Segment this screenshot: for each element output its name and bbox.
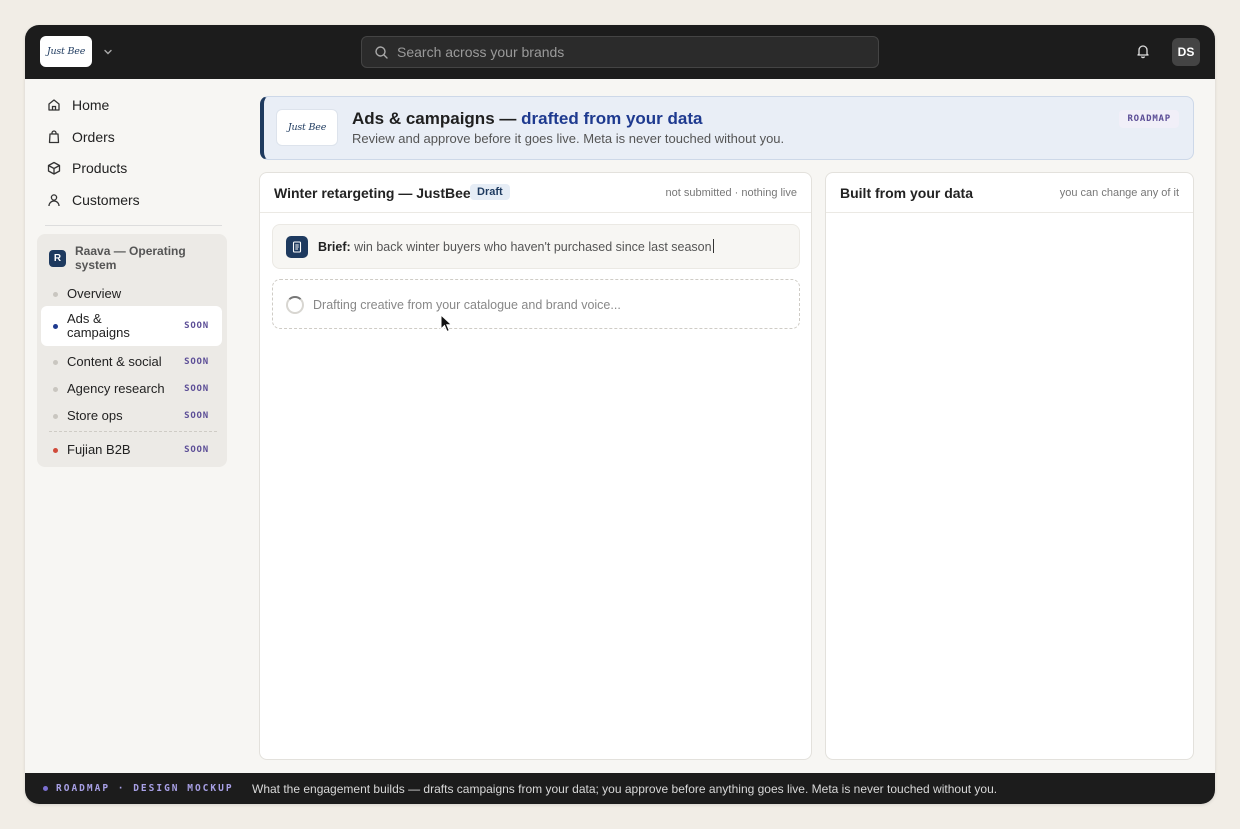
brief-value: win back winter buyers who haven't purch… [350, 240, 712, 254]
sidebar-item-label: Overview [67, 286, 122, 301]
status-dot [53, 414, 58, 419]
search-input[interactable] [397, 37, 867, 67]
nav-divider [45, 225, 222, 226]
roadmap-badge: ROADMAP [1119, 110, 1179, 128]
text-caret [712, 239, 714, 253]
nav-home-label: Home [72, 97, 110, 113]
data-card: Built from your data you can change any … [825, 172, 1194, 760]
top-bar: Just Bee DS [25, 25, 1215, 79]
soon-badge: SOON [184, 411, 209, 421]
brand-logo-text: Just Bee [46, 46, 86, 57]
nav-orders-label: Orders [72, 129, 115, 145]
sidebar-item-ads-campaigns[interactable]: Ads & campaigns SOON [41, 306, 222, 346]
nav-customers-label: Customers [72, 192, 140, 208]
loading-spinner-icon [286, 296, 304, 314]
footer-text: What the engagement builds — drafts camp… [252, 782, 998, 796]
home-icon [48, 99, 60, 111]
user-icon [48, 194, 60, 207]
mouse-cursor-icon [440, 314, 453, 333]
brand-logo[interactable]: Just Bee [40, 36, 92, 67]
status-dot [53, 387, 58, 392]
brief-label: Brief: [318, 240, 351, 254]
footer-tag: ROADMAP · DESIGN MOCKUP [56, 783, 234, 794]
sidebar-item-agency-research[interactable]: Agency research SOON [41, 377, 222, 402]
campaign-status-text: not submitted · nothing live [665, 187, 797, 199]
hero-logo-text: Just Bee [287, 122, 327, 133]
chevron-down-icon[interactable] [101, 45, 115, 59]
raava-title: Raava — Operating system [75, 244, 186, 272]
sidebar-item-label: Fujian B2B [67, 442, 131, 457]
card-header: Winter retargeting — JustBee Draft not s… [260, 173, 811, 213]
sidebar-item-label: Agency research [67, 381, 165, 396]
footer-dot [43, 786, 48, 791]
bag-icon [48, 130, 60, 144]
soon-badge: SOON [184, 384, 209, 394]
avatar[interactable]: DS [1172, 38, 1200, 66]
soon-badge: SOON [184, 445, 209, 455]
app-window: Just Bee DS Home Orders Products Custome… [25, 25, 1215, 804]
sidebar-item-label: Store ops [67, 408, 123, 423]
card-header: Built from your data you can change any … [826, 173, 1193, 213]
bell-icon[interactable] [1135, 43, 1151, 59]
nav-customers[interactable]: Customers [37, 187, 227, 213]
page-banner: Just Bee Ads & campaigns — drafted from … [260, 96, 1194, 160]
sidebar-item-store-ops[interactable]: Store ops SOON [41, 404, 222, 429]
status-dot [53, 448, 58, 453]
page-subtitle: Review and approve before it goes live. … [352, 131, 785, 146]
raava-badge: R [49, 250, 66, 267]
status-badge: Draft [470, 184, 510, 200]
footer-bar: ROADMAP · DESIGN MOCKUP What the engagem… [25, 773, 1215, 804]
status-dot [53, 360, 58, 365]
status-dot [53, 324, 58, 329]
soon-badge: SOON [184, 321, 209, 331]
nav-products-label: Products [72, 160, 128, 176]
nav-home[interactable]: Home [37, 92, 227, 118]
data-card-title: Built from your data [840, 185, 974, 201]
sidebar-item-fujian-b2b[interactable]: Fujian B2B SOON [41, 438, 222, 463]
drafting-status-text: Drafting creative from your catalogue an… [313, 298, 621, 312]
brief-input[interactable]: Brief: win back winter buyers who haven'… [272, 224, 800, 269]
brief-text: Brief: win back winter buyers who haven'… [318, 239, 714, 254]
sidebar-item-content-social[interactable]: Content & social SOON [41, 350, 222, 375]
campaign-card: Winter retargeting — JustBee Draft not s… [259, 172, 812, 760]
data-card-hint: you can change any of it [1059, 187, 1179, 199]
nav-orders[interactable]: Orders [37, 124, 227, 150]
box-icon [47, 161, 61, 175]
drafting-placeholder: Drafting creative from your catalogue an… [272, 279, 800, 329]
sidebar-divider [49, 431, 217, 432]
sidebar-item-label: Content & social [67, 354, 162, 369]
campaign-title: Winter retargeting — JustBee [274, 185, 471, 201]
page-title: Ads & campaigns — drafted from your data [352, 109, 702, 129]
brand-logo: Just Bee [276, 109, 338, 146]
raava-panel: R Raava — Operating system Overview Ads … [37, 234, 227, 467]
sidebar-item-overview[interactable]: Overview [41, 282, 222, 307]
page-title-main: Ads & campaigns — [352, 109, 522, 128]
soon-badge: SOON [184, 357, 209, 367]
page-title-accent: drafted from your data [521, 109, 703, 128]
status-dot [53, 292, 58, 297]
sidebar-item-label: Ads & campaigns [67, 311, 130, 340]
document-icon [286, 236, 308, 258]
nav-products[interactable]: Products [37, 155, 227, 181]
search-bar [361, 36, 879, 68]
search-icon [375, 46, 388, 59]
